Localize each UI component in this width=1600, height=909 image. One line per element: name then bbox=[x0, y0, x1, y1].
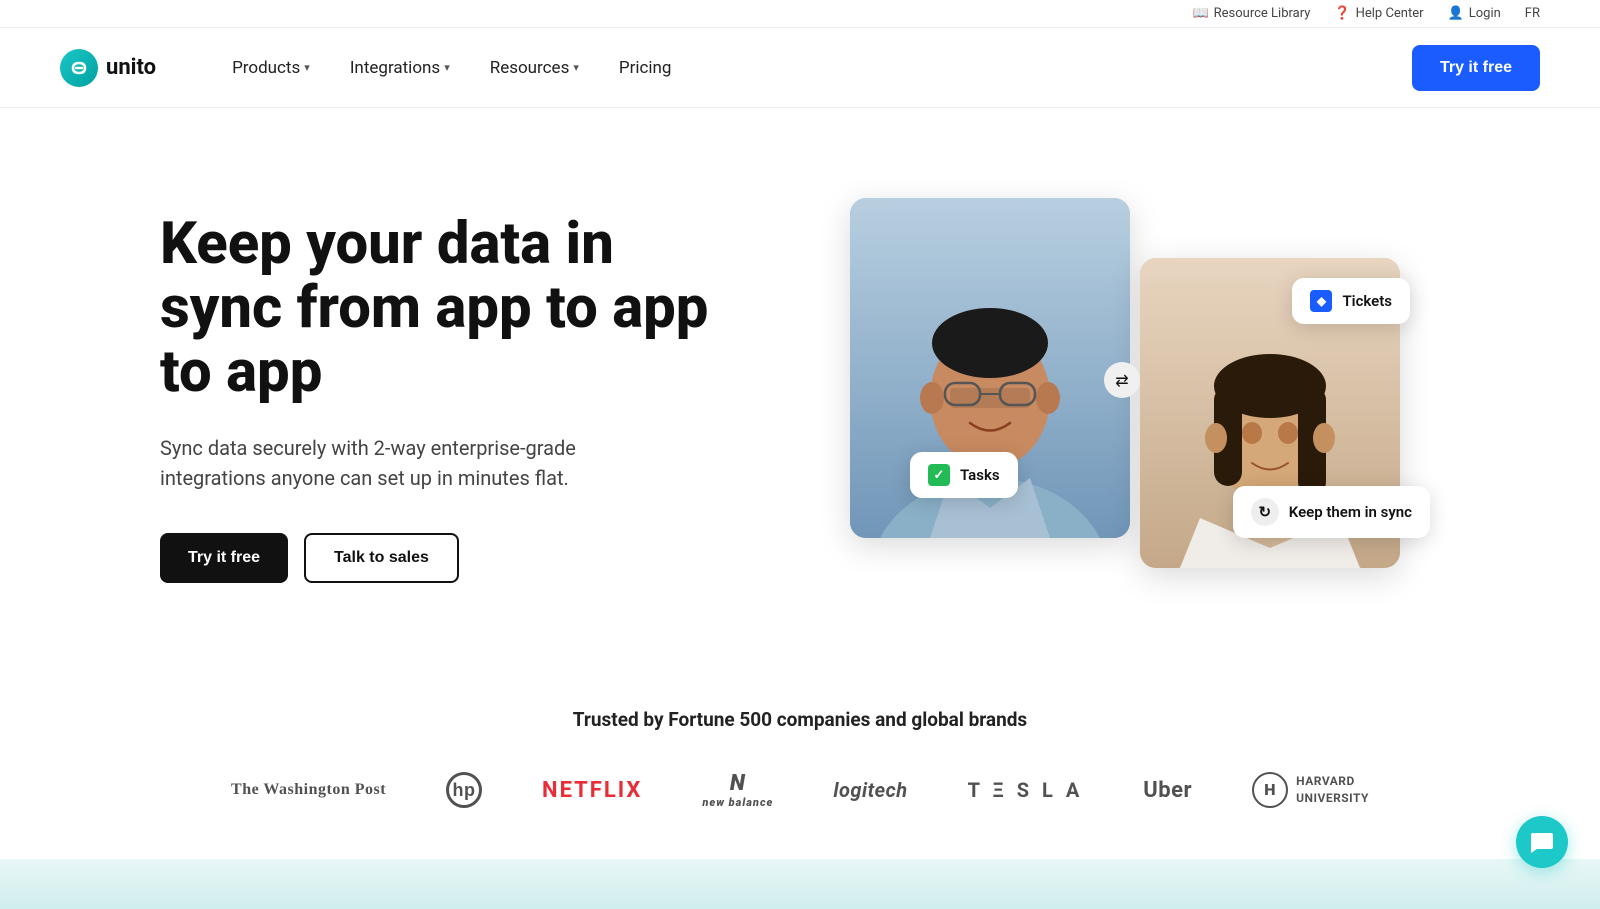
hero-title: Keep your data in sync from app to app t… bbox=[160, 213, 740, 404]
chevron-down-icon: ▾ bbox=[304, 61, 310, 74]
chevron-down-icon: ▾ bbox=[573, 61, 579, 74]
user-icon: 👤 bbox=[1448, 6, 1464, 21]
bottom-teal-bar bbox=[0, 859, 1600, 909]
brand-harvard: H HARVARDUNIVERSITY bbox=[1252, 772, 1369, 808]
hero-section: Keep your data in sync from app to app t… bbox=[0, 108, 1600, 668]
help-icon: ❓ bbox=[1334, 6, 1350, 21]
hero-content: Keep your data in sync from app to app t… bbox=[160, 213, 740, 582]
top-bar: 📖 Resource Library ❓ Help Center 👤 Login… bbox=[0, 0, 1600, 28]
language-switcher[interactable]: FR bbox=[1525, 6, 1540, 21]
help-center-link[interactable]: ❓ Help Center bbox=[1334, 6, 1423, 21]
brand-washington-post: The Washington Post bbox=[231, 781, 386, 799]
navbar: unito Products ▾ Integrations ▾ Resource… bbox=[0, 28, 1600, 108]
resource-library-label: Resource Library bbox=[1214, 6, 1311, 21]
nav-pricing[interactable]: Pricing bbox=[603, 50, 688, 86]
book-icon: 📖 bbox=[1192, 6, 1208, 21]
sync-icon: ↻ bbox=[1251, 498, 1279, 526]
brand-tesla: T Ξ S L A bbox=[968, 778, 1084, 802]
nav-products[interactable]: Products ▾ bbox=[216, 50, 326, 86]
hero-try-free-button[interactable]: Try it free bbox=[160, 533, 288, 583]
nav-try-free-button[interactable]: Try it free bbox=[1412, 45, 1540, 91]
nav-integrations[interactable]: Integrations ▾ bbox=[334, 50, 466, 86]
keep-in-sync-badge[interactable]: ↻ Keep them in sync bbox=[1233, 486, 1430, 538]
tickets-badge[interactable]: ◆ Tickets bbox=[1292, 278, 1410, 324]
chevron-down-icon: ▾ bbox=[444, 61, 450, 74]
login-link[interactable]: 👤 Login bbox=[1448, 6, 1501, 21]
brand-logitech: logitech bbox=[833, 778, 907, 802]
brand-uber: Uber bbox=[1143, 778, 1192, 803]
sync-label: Keep them in sync bbox=[1289, 503, 1412, 521]
nav-resources[interactable]: Resources ▾ bbox=[474, 50, 595, 86]
brand-hp: hp bbox=[446, 772, 482, 808]
tasks-badge[interactable]: ✓ Tasks bbox=[910, 452, 1018, 498]
trusted-title: Trusted by Fortune 500 companies and glo… bbox=[60, 708, 1540, 731]
hero-image-container: ⇄ ✓ Tasks ◆ Tickets ↻ Keep them in sync bbox=[850, 198, 1430, 598]
resource-library-link[interactable]: 📖 Resource Library bbox=[1192, 6, 1310, 21]
tasks-icon: ✓ bbox=[928, 464, 950, 486]
tasks-label: Tasks bbox=[960, 466, 1000, 484]
brand-newbalance: N new balance bbox=[702, 771, 773, 809]
tickets-icon: ◆ bbox=[1310, 290, 1332, 312]
hero-buttons: Try it free Talk to sales bbox=[160, 533, 740, 583]
logo-text: unito bbox=[106, 55, 156, 80]
hero-subtitle: Sync data securely with 2-way enterprise… bbox=[160, 433, 600, 493]
logo-link[interactable]: unito bbox=[60, 49, 156, 87]
sync-arrows-icon: ⇄ bbox=[1104, 362, 1140, 398]
chat-widget-button[interactable] bbox=[1516, 816, 1568, 868]
brand-netflix: NETFLIX bbox=[542, 778, 642, 803]
help-center-label: Help Center bbox=[1356, 6, 1424, 21]
login-label: Login bbox=[1469, 6, 1501, 21]
logo-icon bbox=[60, 49, 98, 87]
hero-talk-sales-button[interactable]: Talk to sales bbox=[304, 533, 459, 583]
trusted-section: Trusted by Fortune 500 companies and glo… bbox=[0, 668, 1600, 859]
language-label: FR bbox=[1525, 6, 1540, 21]
hero-visual: ⇄ ✓ Tasks ◆ Tickets ↻ Keep them in sync bbox=[740, 178, 1540, 618]
brand-logos: The Washington Post hp NETFLIX N new bal… bbox=[60, 771, 1540, 809]
nav-links: Products ▾ Integrations ▾ Resources ▾ Pr… bbox=[216, 50, 1412, 86]
tickets-label: Tickets bbox=[1342, 292, 1392, 310]
